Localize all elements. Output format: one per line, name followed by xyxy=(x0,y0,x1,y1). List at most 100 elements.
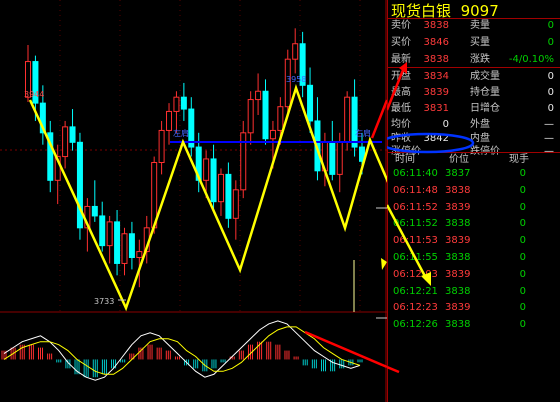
quote-value: 0 xyxy=(547,87,554,98)
trade-volume: 0 xyxy=(519,268,526,280)
candle-down xyxy=(351,96,358,148)
candle-up xyxy=(247,99,254,134)
quote-label: 卖价 xyxy=(391,20,411,31)
trade-row: 06:11:53 3839 0 xyxy=(387,233,560,249)
pattern-line xyxy=(28,83,387,312)
trade-price: 3838 xyxy=(445,252,471,263)
trade-time: 06:11:48 xyxy=(393,184,438,196)
trade-row: 06:12:26 3838 0 xyxy=(387,317,560,333)
quote-row: 最低 3831 日增仓 0 xyxy=(387,100,560,117)
trade-row: 06:11:55 3838 0 xyxy=(387,250,560,266)
candle-up xyxy=(121,233,128,264)
trade-volume: 0 xyxy=(519,168,526,179)
candle-down xyxy=(210,158,217,203)
quote-value: 0 xyxy=(547,71,554,82)
trade-time: 06:12:21 xyxy=(393,285,438,297)
quote-value: 3831 xyxy=(423,103,449,114)
candle-up xyxy=(255,90,262,101)
candle-up xyxy=(277,106,284,131)
candle-up xyxy=(158,129,165,163)
trade-volume: 0 xyxy=(519,285,526,297)
candle-up xyxy=(292,43,299,60)
trade-row: 06:11:40 3837 0 xyxy=(387,166,560,182)
candle-down xyxy=(180,96,187,110)
label-right-shoulder: 右肩 xyxy=(355,128,371,138)
divergence-line xyxy=(304,330,387,369)
trade-price: 3838 xyxy=(445,218,471,230)
osc-fast-line xyxy=(3,320,361,381)
panel-divider xyxy=(387,18,560,19)
trade-volume: 0 xyxy=(519,184,526,196)
candle-down xyxy=(91,205,98,217)
quote-value: 3839 xyxy=(423,87,449,98)
quote-label: 日增仓 xyxy=(470,103,500,114)
candle-down xyxy=(225,173,232,219)
candle-up xyxy=(203,158,210,181)
quote-row: 买价 3846 买量 0 xyxy=(387,34,560,51)
candle-down xyxy=(99,215,106,247)
quote-value: 0 xyxy=(547,103,554,114)
quote-label: 最低 xyxy=(391,103,411,114)
panel-divider xyxy=(387,152,560,153)
trade-time: 06:11:52 xyxy=(393,218,438,230)
quote-label: 卖量 xyxy=(470,20,490,31)
quote-label: 持仓量 xyxy=(470,87,500,98)
candle-down xyxy=(69,126,76,143)
quote-value: 0 xyxy=(547,20,554,31)
trade-time: 06:11:55 xyxy=(393,252,438,263)
quote-value: 0 xyxy=(547,37,554,48)
trade-price: 3839 xyxy=(445,235,471,247)
trade-row: 06:11:48 3838 0 xyxy=(387,183,560,199)
quote-panel: 现货白银 9097 卖价 3838 卖量 0 买价 3846 买量 0 最新 3838 涨跌 -4/0… xyxy=(387,0,560,402)
candle-down xyxy=(329,141,336,175)
trade-row: 06:12:03 3839 0 xyxy=(387,267,560,283)
quote-label: 开盘 xyxy=(391,71,411,82)
trade-price: 3838 xyxy=(445,184,471,196)
panel-left-border xyxy=(387,0,388,402)
candlestick-chart[interactable]: 3944 3733 3958 左肩 右肩 xyxy=(0,0,387,402)
quote-row: 最高 3839 持仓量 0 xyxy=(387,84,560,101)
candle-down xyxy=(307,84,314,122)
candle-up xyxy=(106,221,113,247)
candle-up xyxy=(136,251,143,258)
quote-label: 买量 xyxy=(470,37,490,48)
quote-value: -4/0.10% xyxy=(508,54,554,65)
candle-down xyxy=(262,90,269,140)
trade-time: 06:12:23 xyxy=(393,302,438,314)
candle-up xyxy=(269,129,276,140)
label-left-shoulder: 左肩 xyxy=(173,128,189,138)
candle-up xyxy=(336,141,343,175)
trade-time: 06:11:53 xyxy=(393,235,438,247)
trade-row: 06:11:52 3839 0 xyxy=(387,200,560,216)
trade-price: 3839 xyxy=(445,268,471,280)
quote-label: 成交量 xyxy=(470,71,500,82)
quote-row: 卖价 3838 卖量 0 xyxy=(387,17,560,34)
trade-volume: 0 xyxy=(519,252,526,263)
trade-time: 06:12:26 xyxy=(393,319,438,331)
trade-row: 06:12:23 3839 0 xyxy=(387,300,560,316)
quote-row: 开盘 3834 成交量 0 xyxy=(387,68,560,85)
trade-row: 06:12:21 3838 0 xyxy=(387,284,560,300)
candle-up xyxy=(62,126,69,158)
trade-time: 06:12:03 xyxy=(393,268,438,280)
candle-up xyxy=(344,96,351,143)
trade-volume: 0 xyxy=(519,235,526,247)
trade-time: 06:11:40 xyxy=(393,168,438,179)
quote-value: 3838 xyxy=(423,20,449,31)
quote-label: 最新 xyxy=(391,54,411,65)
trade-price: 3838 xyxy=(445,285,471,297)
candle-up xyxy=(166,110,173,131)
trade-volume: 0 xyxy=(519,319,526,331)
quote-label: 买价 xyxy=(391,37,411,48)
trade-volume: 0 xyxy=(519,218,526,230)
label-3944: 3944 xyxy=(24,90,44,99)
panel-divider xyxy=(387,67,560,68)
oscillator-panel xyxy=(1,320,363,381)
trade-price: 3838 xyxy=(445,319,471,331)
label-3733: 3733 xyxy=(94,297,114,306)
candle-up xyxy=(173,96,180,112)
trade-volume: 0 xyxy=(519,201,526,213)
candle-down xyxy=(114,221,121,264)
breakout-arrow xyxy=(370,99,387,139)
quote-label: 涨跌 xyxy=(470,54,490,65)
